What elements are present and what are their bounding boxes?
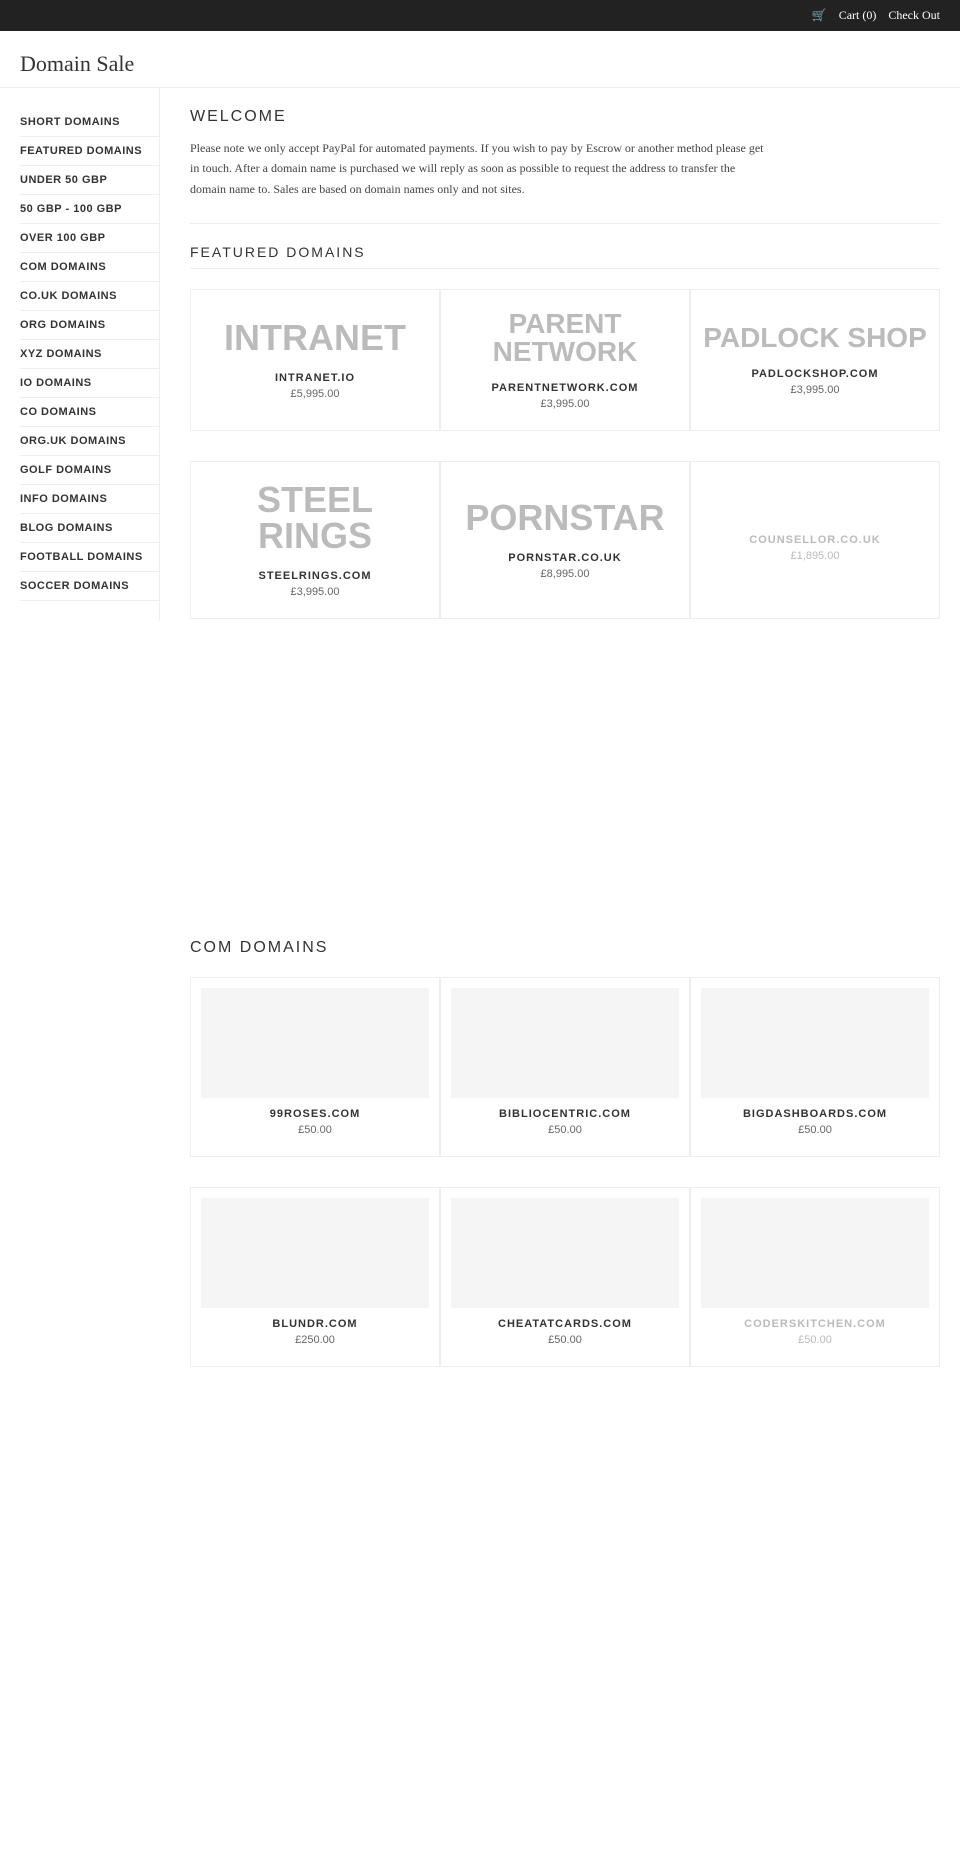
domain-card-padlockshop[interactable]: PADLOCK SHOP PADLOCKSHOP.COM £3,995.00 <box>690 289 940 431</box>
domain-img-bigdashboards <box>701 988 929 1098</box>
domain-name-cheatatcards: CHEATATCARDS.COM <box>498 1318 632 1330</box>
domain-card-coderskitchen[interactable]: CODERSKITCHEN.COM £50.00 <box>690 1187 940 1367</box>
com-row-2: BLUNDR.COM £250.00 CHEATATCARDS.COM £50.… <box>190 1187 940 1367</box>
domain-logo-intranet: INTRANET <box>224 320 406 356</box>
domain-img-cheatatcards <box>451 1198 679 1308</box>
domain-price-blundr: £250.00 <box>295 1334 335 1346</box>
domain-card-99roses[interactable]: 99ROSES.COM £50.00 <box>190 977 440 1157</box>
domain-price-padlockshop: £3,995.00 <box>791 384 840 396</box>
domain-price-bigdashboards: £50.00 <box>798 1124 832 1136</box>
sidebar-item-co-domains[interactable]: CO DOMAINS <box>20 398 159 427</box>
domain-price-coderskitchen: £50.00 <box>798 1334 832 1346</box>
domain-img-bibliocentric <box>451 988 679 1098</box>
domain-name-bigdashboards: BIGDASHBOARDS.COM <box>743 1108 887 1120</box>
main-content: WELCOME Please note we only accept PayPa… <box>160 88 960 1417</box>
sidebar-item-org-domains[interactable]: ORG DOMAINS <box>20 311 159 340</box>
sidebar-item-xyz-domains[interactable]: XYZ DOMAINS <box>20 340 159 369</box>
com-section-title: COM DOMAINS <box>190 909 940 957</box>
sidebar-item-under-50[interactable]: UNDER 50 GBP <box>20 166 159 195</box>
sidebar-item-com-domains[interactable]: COM DOMAINS <box>20 253 159 282</box>
featured-row-1: INTRANET INTRANET.IO £5,995.00 PARENT NE… <box>190 289 940 431</box>
domain-name-steelrings: STEELRINGS.COM <box>258 570 371 582</box>
sidebar-item-info-domains[interactable]: INFO DOMAINS <box>20 485 159 514</box>
spacer-area <box>190 649 940 909</box>
domain-card-blundr[interactable]: BLUNDR.COM £250.00 <box>190 1187 440 1367</box>
domain-name-blundr: BLUNDR.COM <box>272 1318 357 1330</box>
domain-img-99roses <box>201 988 429 1098</box>
cart-icon: 🛒 <box>812 8 827 23</box>
domain-logo-padlockshop: PADLOCK SHOP <box>703 324 927 352</box>
domain-price-cheatatcards: £50.00 <box>548 1334 582 1346</box>
featured-row-2: STEEL RINGS STEELRINGS.COM £3,995.00 POR… <box>190 461 940 619</box>
sidebar-item-io-domains[interactable]: IO DOMAINS <box>20 369 159 398</box>
domain-logo-steelrings: STEEL RINGS <box>201 482 429 554</box>
domain-name-counsellor: COUNSELLOR.CO.UK <box>749 534 881 546</box>
sidebar-item-soccer-domains[interactable]: SOCCER DOMAINS <box>20 572 159 601</box>
domain-card-parentnetwork[interactable]: PARENT NETWORK PARENTNETWORK.COM £3,995.… <box>440 289 690 431</box>
domain-price-pornstar: £8,995.00 <box>541 568 590 580</box>
domain-price-intranet: £5,995.00 <box>291 388 340 400</box>
domain-img-blundr <box>201 1198 429 1308</box>
domain-name-intranet: INTRANET.IO <box>275 372 355 384</box>
page-title: Domain Sale <box>20 51 940 77</box>
domain-card-counsellor[interactable]: COUNSELLOR.CO.UK £1,895.00 <box>690 461 940 619</box>
domain-logo-parentnetwork: PARENT NETWORK <box>451 310 679 366</box>
domain-card-intranet[interactable]: INTRANET INTRANET.IO £5,995.00 <box>190 289 440 431</box>
domain-card-bibliocentric[interactable]: BIBLIOCENTRIC.COM £50.00 <box>440 977 690 1157</box>
domain-card-cheatatcards[interactable]: CHEATATCARDS.COM £50.00 <box>440 1187 690 1367</box>
domain-name-parentnetwork: PARENTNETWORK.COM <box>492 382 639 394</box>
domain-card-bigdashboards[interactable]: BIGDASHBOARDS.COM £50.00 <box>690 977 940 1157</box>
domain-logo-pornstar: PORNSTAR <box>465 500 664 536</box>
sidebar-item-golf-domains[interactable]: GOLF DOMAINS <box>20 456 159 485</box>
sidebar: SHORT DOMAINSFEATURED DOMAINSUNDER 50 GB… <box>0 88 160 621</box>
domain-card-steelrings[interactable]: STEEL RINGS STEELRINGS.COM £3,995.00 <box>190 461 440 619</box>
domain-name-padlockshop: PADLOCKSHOP.COM <box>751 368 878 380</box>
sidebar-item-50-100[interactable]: 50 GBP - 100 GBP <box>20 195 159 224</box>
domain-name-bibliocentric: BIBLIOCENTRIC.COM <box>499 1108 631 1120</box>
welcome-text: Please note we only accept PayPal for au… <box>190 138 770 199</box>
featured-section-title: FEATURED DOMAINS <box>190 244 940 269</box>
sidebar-item-over-100[interactable]: OVER 100 GBP <box>20 224 159 253</box>
sidebar-item-featured-domains[interactable]: FEATURED DOMAINS <box>20 137 159 166</box>
sidebar-item-short-domains[interactable]: SHORT DOMAINS <box>20 108 159 137</box>
com-row-1: 99ROSES.COM £50.00 BIBLIOCENTRIC.COM £50… <box>190 977 940 1157</box>
domain-name-pornstar: PORNSTAR.CO.UK <box>508 552 621 564</box>
domain-name-99roses: 99ROSES.COM <box>270 1108 360 1120</box>
sidebar-item-couk-domains[interactable]: CO.UK DOMAINS <box>20 282 159 311</box>
domain-card-pornstar[interactable]: PORNSTAR PORNSTAR.CO.UK £8,995.00 <box>440 461 690 619</box>
top-bar: 🛒 Cart (0) Check Out <box>0 0 960 31</box>
cart-link[interactable]: Cart (0) <box>839 8 877 23</box>
main-layout: SHORT DOMAINSFEATURED DOMAINSUNDER 50 GB… <box>0 88 960 1417</box>
welcome-title: WELCOME <box>190 108 940 126</box>
sidebar-item-football-domains[interactable]: FOOTBALL DOMAINS <box>20 543 159 572</box>
domain-name-coderskitchen: CODERSKITCHEN.COM <box>744 1318 886 1330</box>
sidebar-item-blog-domains[interactable]: BLOG DOMAINS <box>20 514 159 543</box>
domain-price-steelrings: £3,995.00 <box>291 586 340 598</box>
domain-price-bibliocentric: £50.00 <box>548 1124 582 1136</box>
domain-price-parentnetwork: £3,995.00 <box>541 398 590 410</box>
sidebar-item-orguk-domains[interactable]: ORG.UK DOMAINS <box>20 427 159 456</box>
domain-img-coderskitchen <box>701 1198 929 1308</box>
divider <box>190 223 940 224</box>
domain-price-99roses: £50.00 <box>298 1124 332 1136</box>
domain-price-counsellor: £1,895.00 <box>791 550 840 562</box>
page-header: Domain Sale <box>0 31 960 88</box>
checkout-link[interactable]: Check Out <box>888 8 940 23</box>
